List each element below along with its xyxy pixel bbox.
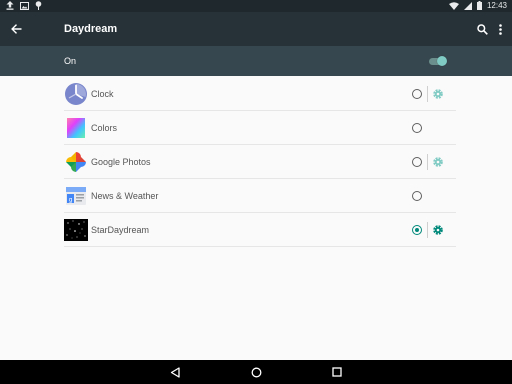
master-switch-bar[interactable]: On — [0, 46, 512, 76]
toggle-thumb — [437, 56, 447, 66]
back-button[interactable] — [6, 19, 26, 39]
svg-text:g: g — [69, 197, 73, 204]
status-bar-notifications — [6, 1, 42, 11]
daydream-list: Clock Colors Google Photos g News & Weat… — [64, 77, 456, 247]
search-icon — [476, 23, 488, 35]
nav-back-icon — [170, 366, 180, 378]
divider — [427, 154, 428, 170]
list-item-label: News & Weather — [91, 191, 159, 201]
page-title: Daydream — [64, 23, 118, 35]
search-button[interactable] — [473, 19, 491, 39]
status-bar-time: 12:43 — [486, 1, 507, 10]
settings-gear-icon[interactable] — [432, 223, 444, 235]
list-item-label: Colors — [91, 123, 118, 133]
list-item-clock[interactable]: Clock — [64, 77, 456, 111]
more-options-button[interactable] — [493, 19, 507, 39]
colors-app-icon — [64, 116, 88, 140]
radio-button[interactable] — [412, 191, 422, 201]
radio-button[interactable] — [412, 157, 422, 167]
divider — [427, 86, 428, 102]
list-item-label: Google Photos — [91, 157, 151, 167]
radio-button[interactable] — [412, 123, 422, 133]
navigation-bar — [0, 360, 512, 384]
nav-home-button[interactable] — [249, 365, 263, 379]
clock-app-icon — [64, 82, 88, 106]
stardaydream-icon — [64, 218, 88, 242]
list-item-google-photos[interactable]: Google Photos — [64, 145, 456, 179]
master-switch-toggle[interactable] — [428, 54, 448, 68]
settings-gear-icon[interactable] — [432, 87, 444, 99]
daydream-settings-screen: 12:43 Daydream On Clock Colors Google Ph… — [0, 0, 512, 384]
back-arrow-icon — [10, 24, 21, 34]
radio-button[interactable] — [412, 89, 422, 99]
app-bar: Daydream — [0, 12, 512, 46]
list-item-stardaydream[interactable]: StarDaydream — [64, 213, 456, 247]
settings-gear-icon[interactable] — [432, 155, 444, 167]
radio-button-selected[interactable] — [412, 225, 422, 235]
list-item-news-weather[interactable]: g News & Weather — [64, 179, 456, 213]
google-photos-icon — [64, 150, 88, 174]
nav-recents-icon — [332, 367, 342, 377]
nav-recents-button[interactable] — [330, 365, 344, 379]
list-item-colors[interactable]: Colors — [64, 111, 456, 145]
divider — [427, 222, 428, 238]
news-weather-icon: g — [64, 184, 88, 208]
list-item-label: Clock — [91, 89, 114, 99]
status-bar-system: 12:43 — [448, 1, 507, 11]
status-bar: 12:43 — [0, 0, 512, 12]
list-item-label: StarDaydream — [91, 225, 150, 235]
nav-home-icon — [251, 367, 261, 377]
more-vert-icon — [498, 23, 502, 35]
nav-back-button[interactable] — [168, 365, 182, 379]
master-switch-label: On — [64, 56, 77, 66]
